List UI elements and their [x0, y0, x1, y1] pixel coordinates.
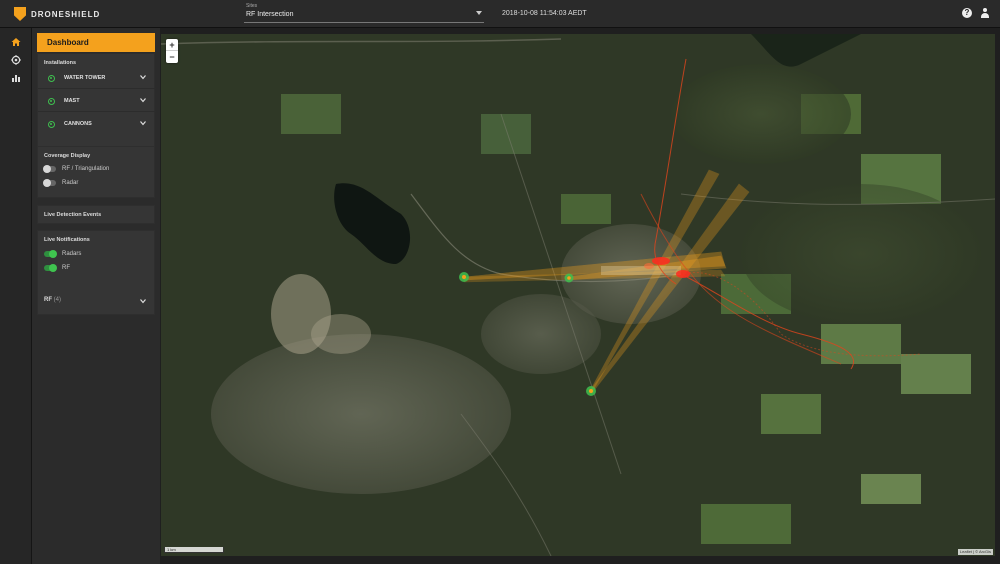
top-bar: DRONESHIELD Sites RF Intersection 2018-1…	[0, 0, 1000, 28]
radars-toggle[interactable]	[44, 250, 57, 258]
sidebar-panel: Dashboard Installations WATER TOWER MAST…	[32, 28, 160, 564]
rf-triangulation-toggle[interactable]	[43, 165, 56, 173]
installation-label: MAST	[64, 98, 80, 104]
zoom-control: + −	[166, 39, 178, 63]
help-icon[interactable]: ?	[962, 8, 972, 18]
live-detection-card[interactable]: Live Detection Events	[37, 205, 155, 224]
coverage-card: Coverage Display RF / Triangulation Rada…	[37, 146, 155, 198]
toggle-label: RF	[62, 265, 70, 271]
toggle-label: Radar	[62, 180, 79, 186]
installation-label: CANNONS	[64, 121, 92, 127]
notifications-card: Live Notifications Radars RF RF (4)	[37, 230, 155, 315]
logo-text: DRONESHIELD	[31, 9, 101, 19]
toggle-label: Radars	[62, 251, 82, 257]
shield-icon	[14, 7, 26, 21]
satellite-map[interactable]: + − 1 km Leaflet | © ArcGis	[161, 34, 995, 556]
home-icon[interactable]	[8, 34, 24, 50]
zoom-in-button[interactable]: +	[166, 39, 178, 51]
user-icon[interactable]	[980, 8, 990, 18]
coverage-radar-toggle-row[interactable]: Radar	[43, 178, 79, 188]
chevron-down-icon[interactable]	[140, 120, 146, 126]
installations-title: Installations	[44, 60, 77, 66]
toggle-label: RF / Triangulation	[62, 166, 110, 172]
site-select[interactable]: Sites RF Intersection	[244, 3, 484, 23]
chevron-down-icon[interactable]	[140, 74, 146, 80]
map-attribution[interactable]: Leaflet | © ArcGis	[957, 549, 993, 555]
caret-down-icon	[476, 11, 482, 15]
installation-water-tower[interactable]: WATER TOWER	[38, 67, 156, 89]
target-icon[interactable]	[8, 52, 24, 68]
zoom-out-button[interactable]: −	[166, 51, 178, 63]
site-select-value: RF Intersection	[246, 11, 294, 18]
notifications-title: Live Notifications	[44, 237, 90, 243]
status-dot-icon	[48, 75, 55, 82]
rf-count-row[interactable]: RF (4)	[44, 297, 61, 303]
status-dot-icon	[48, 98, 55, 105]
installation-label: WATER TOWER	[64, 75, 106, 81]
map-imagery	[161, 34, 995, 556]
chevron-down-icon[interactable]	[140, 298, 146, 304]
side-nav	[0, 28, 32, 564]
installation-cannons[interactable]: CANNONS	[38, 113, 156, 135]
site-select-label: Sites	[246, 3, 258, 9]
rf-count-label: RF	[44, 297, 52, 303]
rf-toggle-row[interactable]: RF	[44, 263, 70, 273]
rf-count-badge: (4)	[53, 297, 62, 303]
installation-mast[interactable]: MAST	[38, 90, 156, 112]
rf-toggle[interactable]	[44, 264, 57, 272]
status-dot-icon	[48, 121, 55, 128]
chart-icon[interactable]	[8, 70, 24, 86]
timestamp: 2018-10-08 11:54:03 AEDT	[502, 10, 587, 17]
scale-bar: 1 km	[164, 547, 224, 553]
coverage-title: Coverage Display	[44, 153, 91, 159]
chevron-down-icon[interactable]	[140, 97, 146, 103]
radar-coverage-toggle[interactable]	[43, 179, 56, 187]
app-logo[interactable]: DRONESHIELD	[14, 6, 100, 22]
radars-toggle-row[interactable]: Radars	[44, 249, 81, 259]
dashboard-tab[interactable]: Dashboard	[37, 33, 155, 52]
coverage-rf-toggle-row[interactable]: RF / Triangulation	[43, 164, 110, 174]
live-detection-title: Live Detection Events	[44, 212, 102, 218]
